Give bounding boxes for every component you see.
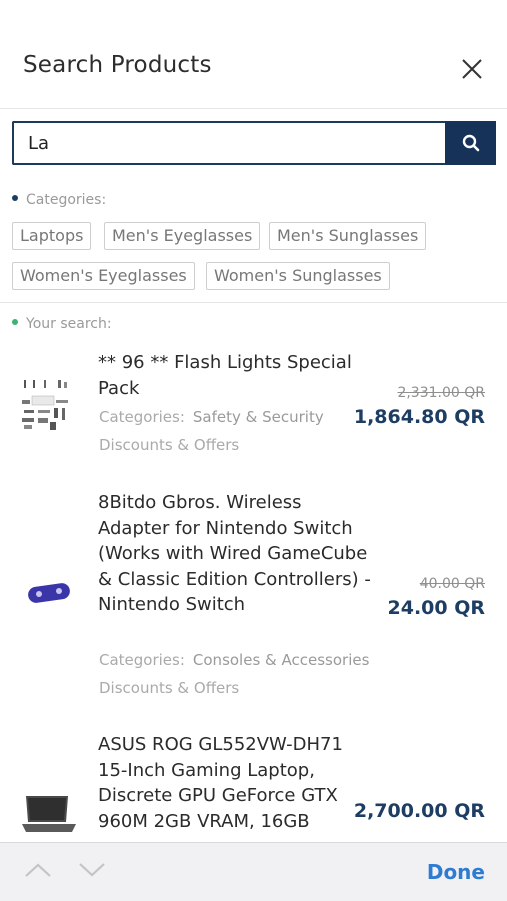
product-name: 8Bitdo Gbros. Wireless Adapter for Ninte… xyxy=(98,492,371,616)
keyboard-accessory-bar: Done xyxy=(0,842,507,901)
product-categories: Categories: Safety & Security xyxy=(99,408,324,426)
price: 1,864.80 QR xyxy=(353,406,485,428)
close-button[interactable] xyxy=(455,52,489,86)
categories-label: Categories: xyxy=(26,192,107,208)
product-name: ** 96 ** Flash Lights Special Pack xyxy=(98,352,352,399)
category-value: Consoles & Accessories xyxy=(192,651,370,669)
chevron-up-icon xyxy=(25,863,51,877)
previous-button[interactable] xyxy=(24,861,52,883)
old-price: 40.00 QR xyxy=(419,576,485,592)
product-item[interactable]: ** 96 ** Flash Lights Special Pack Categ… xyxy=(0,340,507,470)
categories-label: Categories: xyxy=(99,651,185,669)
product-item[interactable]: ASUS ROG GL552VW-DH71 15-Inch Gaming Lap… xyxy=(0,722,507,842)
chip-womens-sunglasses[interactable]: Women's Sunglasses xyxy=(206,262,390,290)
bullet-icon xyxy=(12,195,18,201)
product-image xyxy=(28,583,70,603)
chip-womens-eyeglasses[interactable]: Women's Eyeglasses xyxy=(12,262,195,290)
search-button[interactable] xyxy=(445,121,496,165)
chip-mens-sunglasses[interactable]: Men's Sunglasses xyxy=(269,222,427,250)
old-price: 2,331.00 QR xyxy=(397,385,485,401)
categories-heading: Categories: xyxy=(12,192,106,208)
done-button[interactable]: Done xyxy=(427,860,485,884)
results-heading: Your search: xyxy=(12,316,112,332)
chip-mens-eyeglasses[interactable]: Men's Eyeglasses xyxy=(104,222,261,250)
price: 2,700.00 QR xyxy=(353,800,485,822)
divider xyxy=(0,302,507,303)
product-image xyxy=(22,796,76,832)
search-icon xyxy=(462,134,479,152)
chevron-down-icon xyxy=(79,863,105,877)
results-label: Your search: xyxy=(26,316,112,332)
categories-label: Categories: xyxy=(99,408,185,426)
search-bar xyxy=(12,121,496,165)
close-icon xyxy=(462,59,482,79)
product-discounts: Discounts & Offers xyxy=(99,679,240,697)
category-value: Safety & Security xyxy=(192,408,324,426)
product-name: ASUS ROG GL552VW-DH71 15-Inch Gaming Lap… xyxy=(98,734,343,832)
product-image xyxy=(22,380,68,430)
modal-header: Search Products xyxy=(0,0,507,109)
next-button[interactable] xyxy=(78,861,106,883)
product-categories: Categories: Consoles & Accessories xyxy=(99,651,369,669)
search-input[interactable] xyxy=(12,121,445,165)
product-discounts: Discounts & Offers xyxy=(99,436,240,454)
bullet-icon xyxy=(12,319,18,325)
product-item[interactable]: 8Bitdo Gbros. Wireless Adapter for Ninte… xyxy=(0,480,507,708)
price: 24.00 QR xyxy=(387,597,486,619)
chip-laptops[interactable]: Laptops xyxy=(12,222,92,250)
page-title: Search Products xyxy=(23,52,212,78)
